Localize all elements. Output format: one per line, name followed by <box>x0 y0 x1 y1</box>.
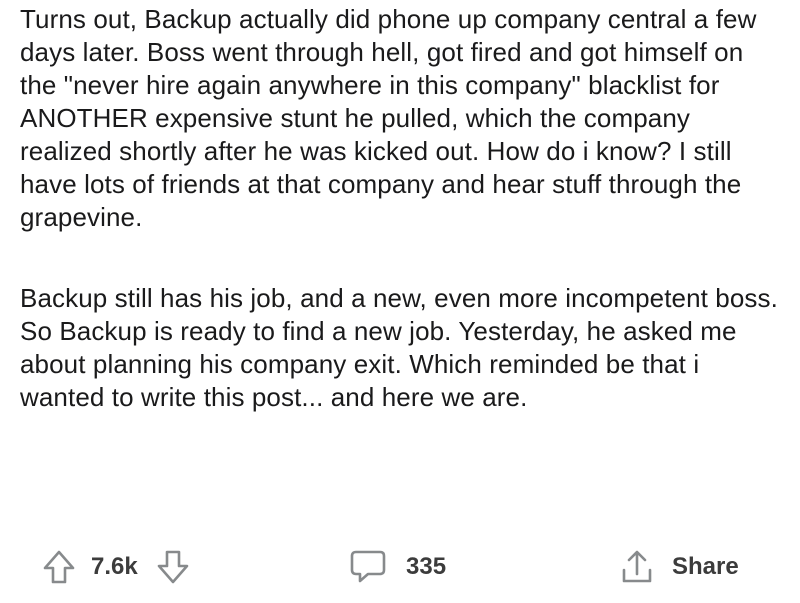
comment-count: 335 <box>406 553 447 580</box>
share-icon <box>619 548 655 586</box>
share-button[interactable]: Share <box>619 545 739 589</box>
comment-icon <box>348 548 388 586</box>
post: Turns out, Backup actually did phone up … <box>0 0 800 603</box>
comments-button[interactable]: 335 <box>348 545 446 589</box>
share-label: Share <box>672 553 739 580</box>
share-arrow-icon <box>622 550 652 583</box>
post-body: Turns out, Backup actually did phone up … <box>20 0 780 414</box>
vote-group: 7.6k <box>42 545 190 589</box>
post-paragraph-1: Turns out, Backup actually did phone up … <box>20 4 757 232</box>
post-action-bar: 7.6k 335 Share <box>0 545 800 589</box>
downvote-icon[interactable] <box>156 549 190 585</box>
vote-count: 7.6k <box>91 553 138 580</box>
arrow-up-outline-icon <box>43 550 75 584</box>
speech-bubble-icon <box>350 550 386 583</box>
arrow-down-outline-icon <box>157 550 189 584</box>
post-paragraph-2: Backup still has his job, and a new, eve… <box>20 283 778 412</box>
upvote-icon[interactable] <box>42 549 76 585</box>
